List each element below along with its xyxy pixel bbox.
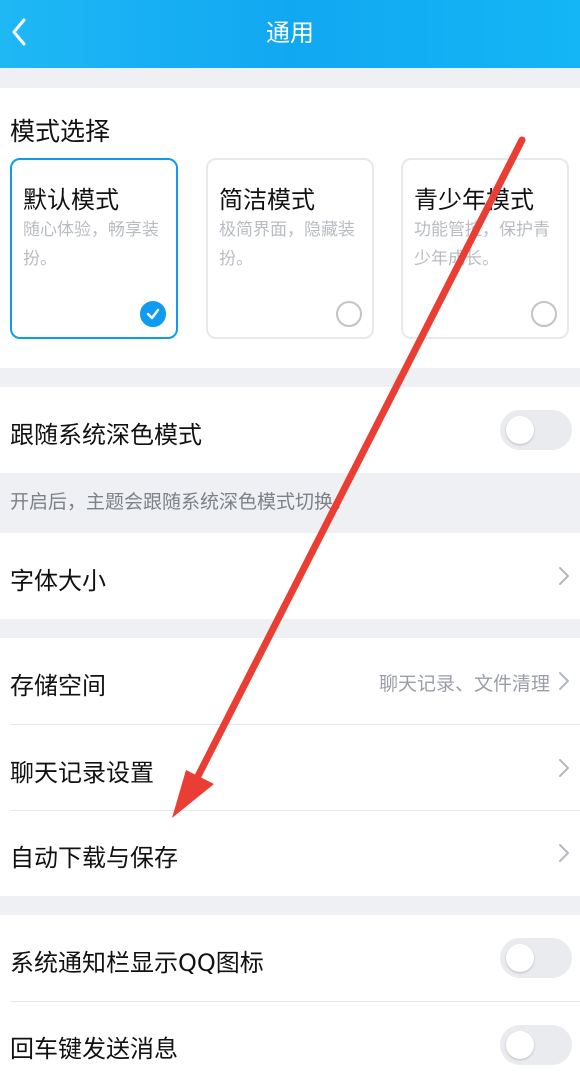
mode-card-desc: 随心体验，畅享装扮。: [23, 220, 159, 269]
chevron-right-icon: [559, 567, 569, 585]
radio-icon[interactable]: [531, 301, 557, 327]
radio-icon[interactable]: [336, 301, 362, 327]
chevron-right-icon: [559, 759, 569, 777]
font-size-label: 字体大小: [10, 567, 106, 595]
mode-card-title: 青少年模式: [414, 186, 534, 214]
font-size-row[interactable]: 字体大小: [0, 533, 580, 619]
dark-mode-row[interactable]: 跟随系统深色模式: [0, 387, 580, 473]
dark-mode-label: 跟随系统深色模式: [10, 421, 202, 449]
dark-mode-toggle[interactable]: [500, 410, 572, 450]
enter-send-row[interactable]: 回车键发送消息: [0, 1002, 580, 1080]
mode-card-simple[interactable]: 简洁模式 极简界面，隐藏装扮。: [206, 158, 374, 339]
mode-card-teen[interactable]: 青少年模式 功能管控，保护青少年成长。: [401, 158, 569, 339]
mode-section: 模式选择 默认模式 随心体验，畅享装扮。 简洁模式 极简界面，隐藏装扮。 青少年…: [0, 88, 580, 368]
toggle-knob: [506, 416, 534, 444]
auto-download-row[interactable]: 自动下载与保存: [0, 811, 580, 896]
toggle-knob: [506, 1031, 534, 1059]
mode-card-desc: 功能管控，保护青少年成长。: [414, 220, 550, 269]
notification-icon-row[interactable]: 系统通知栏显示QQ图标: [0, 915, 580, 1001]
enter-send-label: 回车键发送消息: [10, 1035, 178, 1063]
mode-card-title: 简洁模式: [219, 186, 315, 214]
chevron-right-icon: [559, 844, 569, 862]
toggles-section: 系统通知栏显示QQ图标 回车键发送消息: [0, 915, 580, 1080]
notification-icon-label: 系统通知栏显示QQ图标: [10, 949, 264, 977]
dark-mode-hint: 开启后，主题会跟随系统深色模式切换。: [10, 491, 353, 513]
chevron-right-icon: [559, 672, 569, 690]
enter-send-toggle[interactable]: [500, 1025, 572, 1065]
storage-value: 聊天记录、文件清理: [378, 673, 550, 695]
storage-section: 存储空间 聊天记录、文件清理 聊天记录设置 自动下载与保存: [0, 638, 580, 896]
mode-card-default[interactable]: 默认模式 随心体验，畅享装扮。: [10, 158, 178, 339]
selected-check-icon[interactable]: [140, 301, 166, 327]
mode-section-title: 模式选择: [10, 117, 111, 146]
mode-card-desc: 极简界面，隐藏装扮。: [219, 220, 355, 269]
nav-header: 通用: [0, 0, 580, 68]
chat-history-row[interactable]: 聊天记录设置: [0, 725, 580, 811]
page-title: 通用: [266, 19, 314, 47]
auto-download-label: 自动下载与保存: [10, 844, 178, 872]
toggle-knob: [506, 944, 534, 972]
mode-card-title: 默认模式: [23, 186, 119, 214]
storage-label: 存储空间: [10, 672, 106, 700]
notification-icon-toggle[interactable]: [500, 938, 572, 978]
chat-history-label: 聊天记录设置: [10, 759, 154, 787]
storage-row[interactable]: 存储空间 聊天记录、文件清理: [0, 638, 580, 724]
